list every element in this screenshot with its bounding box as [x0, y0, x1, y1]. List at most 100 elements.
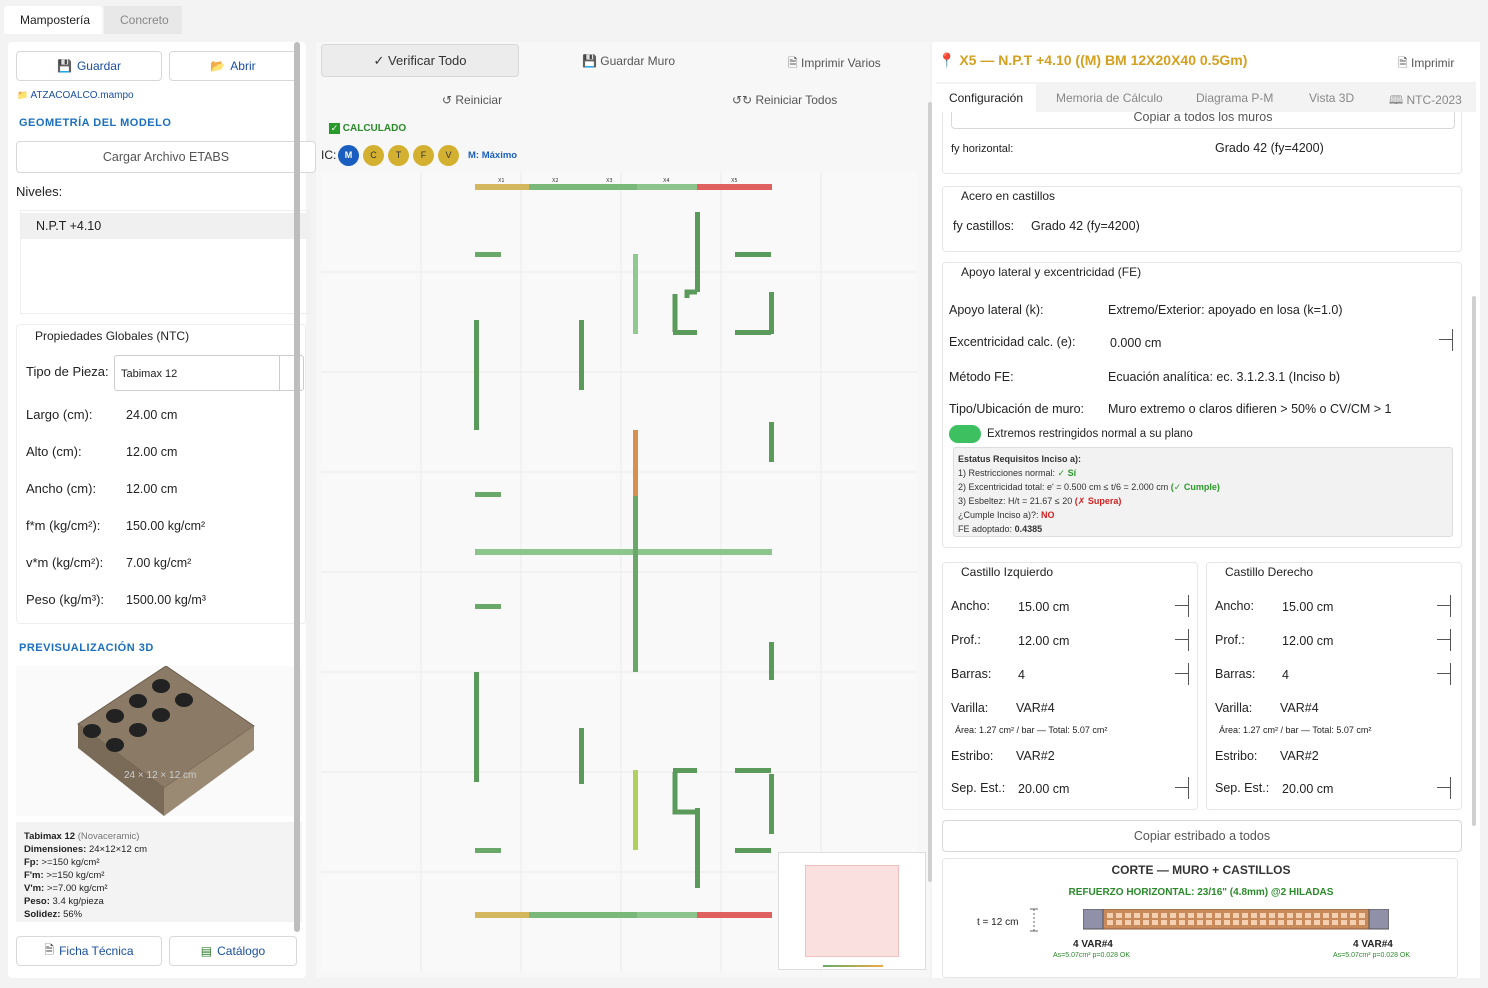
wall-y17[interactable] — [672, 772, 697, 815]
wall-y1[interactable] — [474, 672, 479, 782]
wall-x2[interactable] — [529, 184, 583, 190]
castle-right-stirrup-value[interactable]: VAR#2 — [1280, 749, 1319, 763]
castle-left-rebar-value[interactable]: VAR#4 — [1016, 701, 1055, 715]
wall-x4[interactable] — [637, 184, 697, 190]
ecc-value[interactable]: 0.000 cm — [1110, 336, 1161, 350]
castle-left-width-value[interactable]: 15.00 cm — [1018, 600, 1069, 614]
castle-right-sep-value[interactable]: 20.00 cm — [1282, 782, 1333, 796]
copy-stirrup-button[interactable]: Copiar estribado a todos — [942, 820, 1462, 852]
reset-all-button[interactable]: ↺↻ Reiniciar Todos — [732, 93, 837, 107]
tab-pm-diagram[interactable]: Diagrama P-M — [1196, 91, 1273, 105]
right-scrollbar[interactable] — [1472, 296, 1476, 826]
support-value[interactable]: Extremo/Exterior: apoyado en losa (k=1.0… — [1108, 303, 1343, 317]
castle-right-bars-spinner[interactable] — [1437, 663, 1451, 685]
castle-left-bars-value[interactable]: 4 — [1018, 668, 1025, 682]
minimap[interactable] — [778, 852, 926, 970]
fy-castle-value[interactable]: Grado 42 (fy=4200) — [1031, 219, 1140, 233]
ic-button-c[interactable]: C — [363, 145, 384, 166]
fy-h-value[interactable]: Grado 42 (fy=4200) — [1215, 141, 1324, 155]
datasheet-button[interactable]: 🗎 Ficha Técnica — [16, 936, 162, 966]
brick-preview[interactable]: 24 × 12 × 12 cm — [16, 665, 302, 816]
wall-x28[interactable] — [583, 912, 637, 918]
verify-all-button[interactable]: ✓ Verificar Todo — [321, 44, 519, 77]
castle-left-sep-spinner[interactable] — [1175, 777, 1189, 799]
wall-x23[interactable] — [735, 768, 771, 773]
wall-x24[interactable] — [735, 848, 771, 853]
wall-y20[interactable] — [769, 642, 774, 680]
wall-y18[interactable] — [695, 808, 700, 888]
wall-x26[interactable] — [475, 912, 529, 918]
open-button[interactable]: 📂 Abrir — [169, 51, 297, 81]
wall-x3[interactable] — [583, 184, 637, 190]
wall-y9[interactable] — [474, 320, 479, 430]
castle-right-bars-value[interactable]: 4 — [1282, 668, 1289, 682]
print-button[interactable]: 🗎 Imprimir — [1398, 54, 1454, 75]
wall-x11[interactable] — [735, 330, 771, 335]
wall-x5[interactable] — [697, 184, 772, 190]
wall-y3[interactable] — [695, 212, 700, 292]
tab-calc-memory[interactable]: Memoria de Cálculo — [1056, 91, 1163, 105]
wall-y11[interactable] — [633, 430, 638, 496]
wall-y8[interactable] — [684, 289, 697, 298]
type-value[interactable]: Muro extremo o claros difieren > 50% o C… — [1108, 402, 1391, 416]
tab-ntc-2023[interactable]: 🕮 NTC-2023 — [1389, 91, 1462, 112]
weight-value[interactable]: 1500.00 kg/m³ — [126, 593, 206, 607]
width-value[interactable]: 12.00 cm — [126, 482, 177, 496]
copy-all-walls-button[interactable]: Copiar a todos los muros — [951, 112, 1455, 129]
castle-right-rebar-value[interactable]: VAR#4 — [1280, 701, 1319, 715]
wall-y5[interactable] — [579, 728, 584, 784]
wall-x12[interactable] — [475, 492, 501, 497]
catalog-button[interactable]: ▤ Catálogo — [169, 936, 297, 966]
castle-left-depth-spinner[interactable] — [1175, 629, 1189, 651]
ic-button-v[interactable]: V — [438, 145, 459, 166]
castle-right-width-spinner[interactable] — [1437, 595, 1451, 617]
wall-mid-horizontal[interactable] — [475, 549, 772, 555]
castle-right-depth-value[interactable]: 12.00 cm — [1282, 634, 1333, 648]
load-etabs-button[interactable]: Cargar Archivo ETABS — [16, 141, 316, 173]
method-value[interactable]: Ecuación analítica: ec. 3.1.2.3.1 (Incis… — [1108, 370, 1340, 384]
wall-x25[interactable] — [475, 848, 501, 853]
wall-x1[interactable] — [475, 184, 529, 190]
ic-button-t[interactable]: T — [388, 145, 409, 166]
level-item[interactable]: N.P.T +4.10 — [21, 213, 311, 239]
wall-y2[interactable] — [769, 422, 774, 462]
ic-button-f[interactable]: F — [413, 145, 434, 166]
castle-left-stirrup-value[interactable]: VAR#2 — [1016, 749, 1055, 763]
wall-y6[interactable] — [633, 254, 638, 334]
height-value[interactable]: 12.00 cm — [126, 445, 177, 459]
castle-left-sep-value[interactable]: 20.00 cm — [1018, 782, 1069, 796]
print-many-button[interactable]: 🗎 Imprimir Varios — [788, 54, 881, 75]
castle-right-sep-spinner[interactable] — [1437, 777, 1451, 799]
castle-left-depth-value[interactable]: 12.00 cm — [1018, 634, 1069, 648]
restrained-toggle[interactable] — [949, 425, 981, 443]
ic-button-m[interactable]: M — [338, 145, 359, 166]
wall-center-vertical[interactable] — [633, 496, 638, 672]
tab-masonry[interactable]: Mampostería — [4, 6, 102, 34]
wall-x30[interactable] — [697, 912, 772, 918]
wall-y21[interactable] — [769, 774, 774, 834]
castle-left-width-spinner[interactable] — [1175, 595, 1189, 617]
ecc-spinner[interactable] — [1439, 329, 1453, 351]
wall-x29[interactable] — [637, 912, 697, 918]
length-value[interactable]: 24.00 cm — [126, 408, 177, 422]
castle-right-width-value[interactable]: 15.00 cm — [1282, 600, 1333, 614]
tab-3d-view[interactable]: Vista 3D — [1309, 91, 1354, 105]
wall-y4[interactable] — [579, 320, 584, 390]
save-button[interactable]: 💾 Guardar — [16, 51, 162, 81]
left-scrollbar[interactable] — [294, 42, 300, 932]
wall-x21[interactable] — [475, 604, 501, 609]
wall-y16[interactable] — [633, 770, 638, 850]
wall-x7[interactable] — [735, 252, 771, 257]
tab-concrete[interactable]: Concreto — [104, 6, 182, 34]
fm-value[interactable]: 150.00 kg/cm² — [126, 519, 205, 533]
castle-right-depth-spinner[interactable] — [1437, 629, 1451, 651]
vm-value[interactable]: 7.00 kg/cm² — [126, 556, 191, 570]
save-wall-button[interactable]: 💾 Guardar Muro — [582, 54, 675, 68]
wall-x27[interactable] — [529, 912, 583, 918]
wall-x6[interactable] — [475, 252, 501, 257]
reset-button[interactable]: ↺ Reiniciar — [442, 93, 502, 107]
piece-type-select[interactable]: Tabimax 12 — [114, 355, 304, 391]
castle-left-bars-spinner[interactable] — [1175, 663, 1189, 685]
tab-configuration[interactable]: Configuración — [936, 84, 1036, 112]
wall-y7[interactable] — [769, 292, 774, 334]
